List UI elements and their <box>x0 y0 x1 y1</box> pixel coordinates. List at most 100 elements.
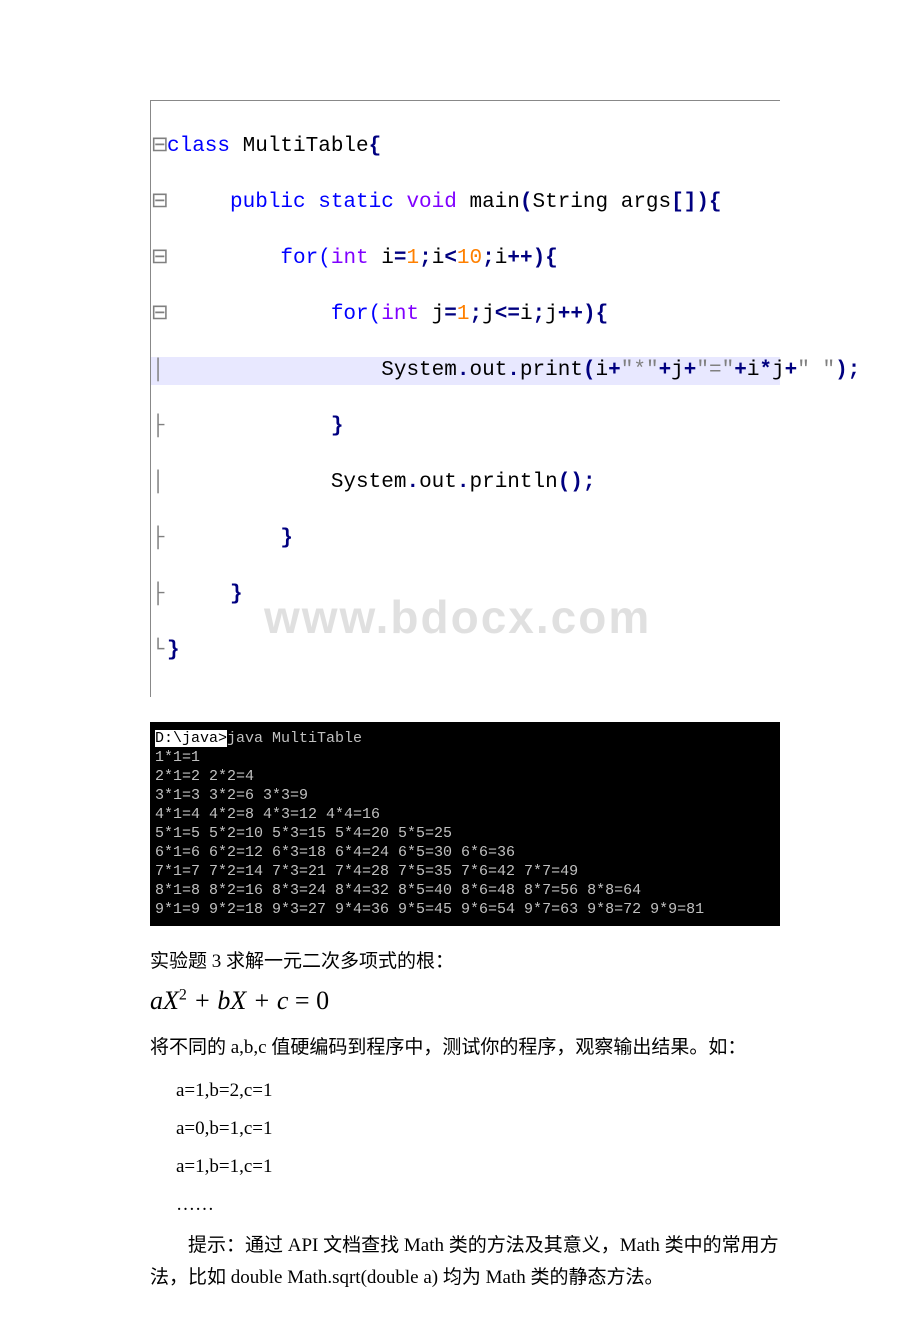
str-literal: "=" <box>696 359 734 382</box>
console-row: 4*1=4 4*2=8 4*3=12 4*4=16 <box>155 806 380 823</box>
op-inc: ++){ <box>558 303 608 326</box>
code-text: i <box>495 247 508 270</box>
code-text: j <box>545 303 558 326</box>
example-list: a=1,b=2,c=1 a=0,b=1,c=1 a=1,b=1,c=1 …… <box>150 1072 780 1224</box>
eq-zero: 0 <box>310 986 330 1015</box>
op-plus: + <box>684 359 697 382</box>
code-text: i <box>369 247 394 270</box>
list-item: a=1,b=1,c=1 <box>176 1148 780 1186</box>
code-text: j <box>419 303 444 326</box>
str-literal: "*" <box>621 359 659 382</box>
console-output: D:\java>java MultiTable 1*1=1 2*1=2 2*2=… <box>150 722 780 926</box>
op-plus: + <box>659 359 672 382</box>
console-row: 7*1=7 7*2=14 7*3=21 7*4=28 7*5=35 7*6=42… <box>155 863 578 880</box>
kw-int: int <box>331 247 369 270</box>
str-literal: " " <box>797 359 835 382</box>
op-eq: = <box>394 247 407 270</box>
num-literal: 1 <box>406 247 419 270</box>
code-text: j <box>671 359 684 382</box>
op-plus: + <box>785 359 798 382</box>
code-editor-block: ⊟class MultiTable{ ⊟ public static void … <box>150 100 780 697</box>
code-text: System <box>381 359 457 382</box>
code-text: System <box>331 471 407 494</box>
code-text: print <box>520 359 583 382</box>
kw-for: for( <box>280 247 330 270</box>
console-row: 6*1=6 6*2=12 6*3=18 6*4=24 6*5=30 6*6=36 <box>155 844 515 861</box>
paren-semi: ); <box>835 359 860 382</box>
console-row: 3*1=3 3*2=6 3*3=9 <box>155 787 308 804</box>
code-text: out <box>419 471 457 494</box>
dot: . <box>406 471 419 494</box>
fold-mid-icon: │ <box>151 469 165 497</box>
semi: ; <box>419 247 432 270</box>
hint-text: 提示：通过 API 文档查找 Math 类的方法及其意义，Math 类中的常用方… <box>150 1230 780 1294</box>
code-text: MultiTable <box>230 135 369 158</box>
code-text: i <box>432 247 445 270</box>
code-text: String args <box>533 191 672 214</box>
num-literal: 1 <box>457 303 470 326</box>
op-eq: = <box>444 303 457 326</box>
code-text: i <box>596 359 609 382</box>
op-plus: + <box>734 359 747 382</box>
op-mul: * <box>759 359 772 382</box>
code-text: j <box>772 359 785 382</box>
op-plus: + <box>608 359 621 382</box>
paren: ( <box>520 191 533 214</box>
kw-int: int <box>381 303 419 326</box>
fold-icon: ⊟ <box>151 133 165 161</box>
fold-icon: ⊟ <box>151 189 165 217</box>
console-cmd: java MultiTable <box>227 730 362 747</box>
brace: { <box>369 135 382 158</box>
description-text: 将不同的 a,b,c 值硬编码到程序中，测试你的程序，观察输出结果。如： <box>150 1032 780 1064</box>
console-row: 5*1=5 5*2=10 5*3=15 5*4=20 5*5=25 <box>155 825 452 842</box>
console-row: 1*1=1 <box>155 749 200 766</box>
dot: . <box>457 359 470 382</box>
op-le: <= <box>495 303 520 326</box>
code-text: j <box>482 303 495 326</box>
console-prompt: D:\java> <box>155 730 227 747</box>
console-row: 2*1=2 2*2=4 <box>155 768 254 785</box>
dot: . <box>507 359 520 382</box>
brace: } <box>280 527 293 550</box>
equation: aX2 + bX + c = 0 <box>150 986 780 1016</box>
brace: []){ <box>671 191 721 214</box>
eq-eq: = <box>295 986 310 1015</box>
fold-cont-icon: ├ <box>151 413 165 441</box>
paren: ( <box>583 359 596 382</box>
fold-mid-icon: │ <box>151 357 165 385</box>
exercise-title: 实验题 3 求解一元二次多项式的根： <box>150 946 780 978</box>
brace: } <box>331 415 344 438</box>
semi: ; <box>533 303 546 326</box>
kw-class: class <box>167 135 230 158</box>
dot: . <box>457 471 470 494</box>
brace: } <box>167 639 180 662</box>
eq-part: + bX + c <box>187 986 295 1015</box>
list-item: a=0,b=1,c=1 <box>176 1110 780 1148</box>
code-text: println <box>469 471 557 494</box>
code-text: main <box>457 191 520 214</box>
semi: ; <box>482 247 495 270</box>
code-text: i <box>747 359 760 382</box>
console-row: 9*1=9 9*2=18 9*3=27 9*4=36 9*5=45 9*6=54… <box>155 901 704 918</box>
eq-superscript: 2 <box>179 986 187 1003</box>
console-row: 8*1=8 8*2=16 8*3=24 8*4=32 8*5=40 8*6=48… <box>155 882 641 899</box>
list-ellipsis: …… <box>176 1186 780 1224</box>
fold-end-icon: └ <box>151 637 165 665</box>
num-literal: 10 <box>457 247 482 270</box>
eq-part: aX <box>150 986 179 1015</box>
code-text: out <box>469 359 507 382</box>
fold-cont-icon: ├ <box>151 581 165 609</box>
document-page: www.bdocx.com ⊟class MultiTable{ ⊟ publi… <box>0 0 920 1344</box>
fold-icon: ⊟ <box>151 301 165 329</box>
paren-semi: (); <box>558 471 596 494</box>
kw-public-static: public static <box>230 191 406 214</box>
fold-cont-icon: ├ <box>151 525 165 553</box>
kw-for: for( <box>331 303 381 326</box>
fold-icon: ⊟ <box>151 245 165 273</box>
op-inc: ++){ <box>507 247 557 270</box>
op-lt: < <box>444 247 457 270</box>
kw-void: void <box>406 191 456 214</box>
list-item: a=1,b=2,c=1 <box>176 1072 780 1110</box>
brace: } <box>230 583 243 606</box>
semi: ; <box>470 303 483 326</box>
